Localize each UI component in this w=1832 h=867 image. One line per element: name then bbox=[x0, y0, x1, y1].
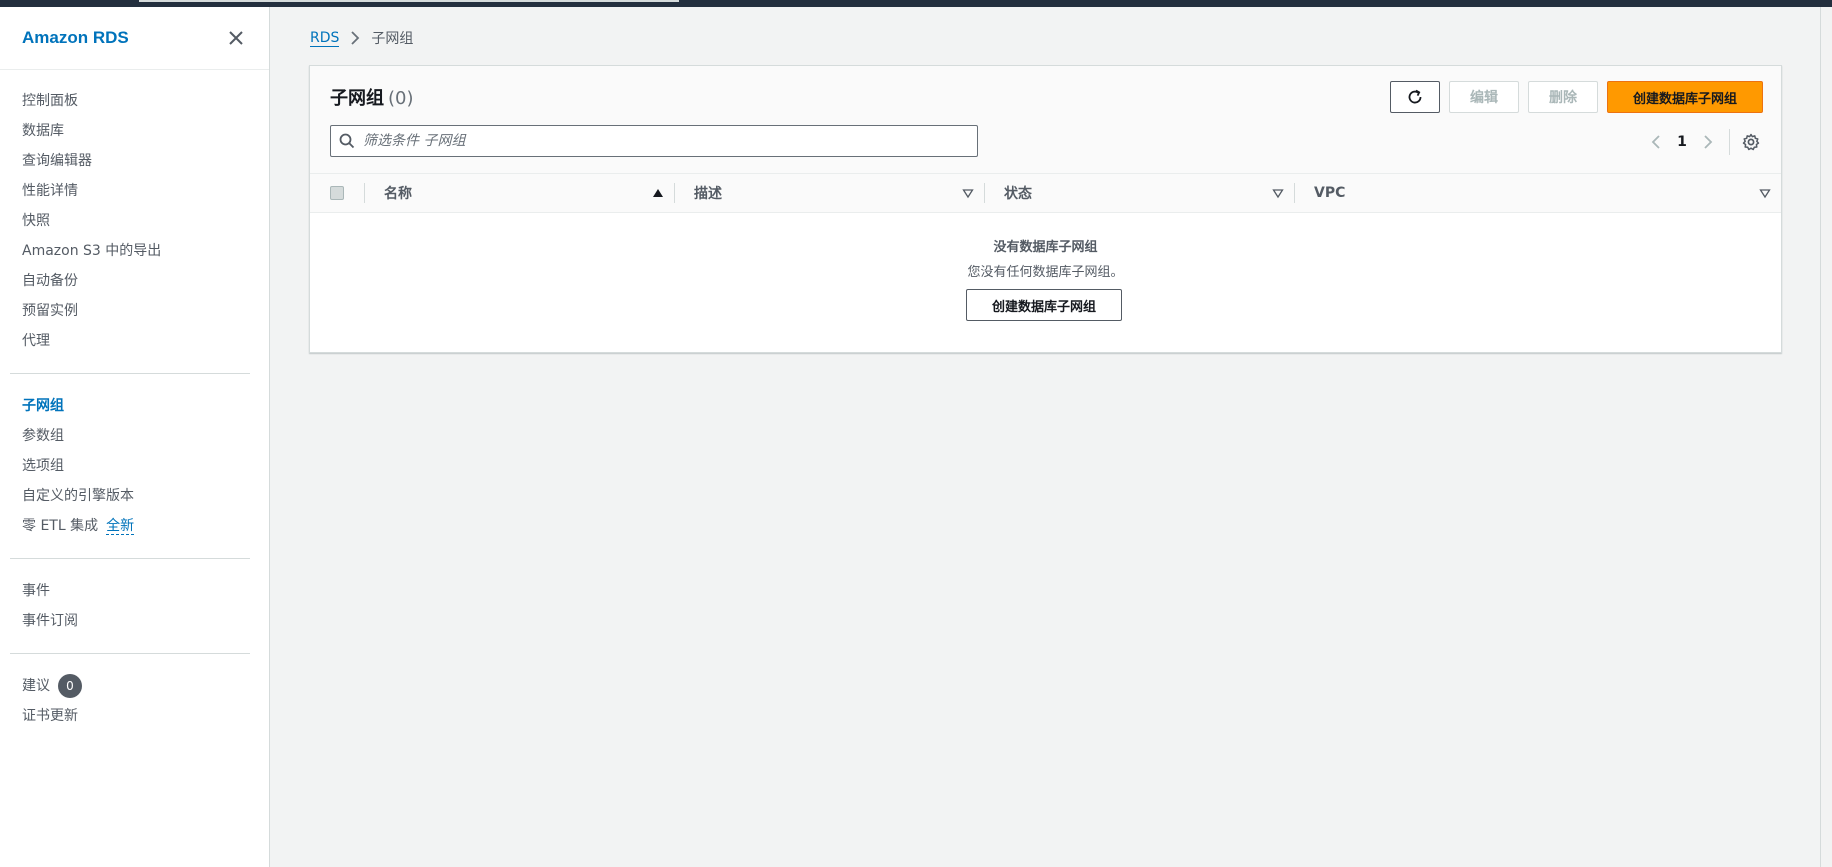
side-navigation: Amazon RDS 控制面板 数据库 查询编辑器 性能详情 快照 Amazon… bbox=[0, 7, 270, 867]
sidebar-item-events[interactable]: 事件 bbox=[22, 576, 269, 606]
empty-state-description: 您没有任何数据库子网组。 bbox=[967, 265, 1124, 280]
empty-state-title: 没有数据库子网组 bbox=[993, 240, 1098, 255]
page-number[interactable]: 1 bbox=[1667, 134, 1697, 150]
sidebar-item-recommendations[interactable]: 建议 0 bbox=[22, 671, 269, 701]
column-divider bbox=[674, 183, 675, 203]
sidebar-item-query-editor[interactable]: 查询编辑器 bbox=[22, 146, 269, 176]
page-scrollbar[interactable] bbox=[1820, 7, 1821, 867]
item-count: (0) bbox=[388, 88, 414, 109]
nav-group-recommendations: 建议 0 证书更新 bbox=[0, 671, 269, 731]
create-subnet-group-button[interactable]: 创建数据库子网组 bbox=[1607, 81, 1763, 113]
sidebar-item-reserved-instances[interactable]: 预留实例 bbox=[22, 296, 269, 326]
recommendations-count-badge: 0 bbox=[58, 674, 82, 698]
delete-button[interactable]: 删除 bbox=[1528, 81, 1598, 113]
nav-divider bbox=[10, 373, 250, 374]
recommendations-label: 建议 bbox=[22, 678, 50, 694]
column-label: 描述 bbox=[694, 186, 722, 202]
sidebar-item-subnet-groups[interactable]: 子网组 bbox=[22, 391, 269, 421]
sidebar-item-dashboard[interactable]: 控制面板 bbox=[22, 86, 269, 116]
sidebar-item-snapshots[interactable]: 快照 bbox=[22, 206, 269, 236]
column-header-status[interactable]: 状态 bbox=[1004, 174, 1284, 212]
sidebar-item-parameter-groups[interactable]: 参数组 bbox=[22, 421, 269, 451]
sort-ascending-icon bbox=[653, 189, 663, 197]
sidebar-item-s3-exports[interactable]: Amazon S3 中的导出 bbox=[22, 236, 269, 266]
sort-icon bbox=[1759, 189, 1771, 199]
sidebar-item-databases[interactable]: 数据库 bbox=[22, 116, 269, 146]
close-icon[interactable] bbox=[225, 27, 247, 49]
gear-icon[interactable] bbox=[1740, 131, 1762, 153]
nav-divider bbox=[10, 558, 250, 559]
sidebar-item-zero-etl[interactable]: 零 ETL 集成 全新 bbox=[22, 511, 269, 541]
zero-etl-label: 零 ETL 集成 bbox=[22, 518, 99, 534]
nav-divider bbox=[10, 653, 250, 654]
column-divider bbox=[984, 183, 985, 203]
chevron-right-icon bbox=[351, 31, 360, 45]
browser-tab-indicator bbox=[139, 0, 679, 2]
edit-button[interactable]: 编辑 bbox=[1449, 81, 1519, 113]
refresh-button[interactable] bbox=[1390, 81, 1440, 113]
new-tag[interactable]: 全新 bbox=[106, 518, 135, 535]
panel-title-text: 子网组 bbox=[330, 88, 384, 109]
breadcrumb-rds-link[interactable]: RDS bbox=[310, 30, 340, 47]
service-title[interactable]: Amazon RDS bbox=[22, 28, 129, 48]
select-all-checkbox[interactable] bbox=[330, 186, 344, 200]
previous-page-icon[interactable] bbox=[1645, 131, 1667, 153]
nav-group-main: 控制面板 数据库 查询编辑器 性能详情 快照 Amazon S3 中的导出 自动… bbox=[0, 86, 269, 356]
column-label: 状态 bbox=[1004, 186, 1032, 202]
sidebar-item-performance-insights[interactable]: 性能详情 bbox=[22, 176, 269, 206]
refresh-icon bbox=[1408, 89, 1422, 104]
sidebar-item-option-groups[interactable]: 选项组 bbox=[22, 451, 269, 481]
sidebar-item-certificate-update[interactable]: 证书更新 bbox=[22, 701, 269, 731]
sidebar-item-custom-engine-versions[interactable]: 自定义的引擎版本 bbox=[22, 481, 269, 511]
column-label: VPC bbox=[1314, 185, 1346, 201]
sidebar-header: Amazon RDS bbox=[0, 7, 269, 70]
breadcrumb-current: 子网组 bbox=[371, 31, 414, 47]
column-divider bbox=[1294, 183, 1295, 203]
breadcrumb: RDS 子网组 bbox=[310, 27, 413, 49]
pager-divider bbox=[1729, 129, 1730, 155]
sidebar-item-automated-backups[interactable]: 自动备份 bbox=[22, 266, 269, 296]
sidebar-item-proxies[interactable]: 代理 bbox=[22, 326, 269, 356]
nav-group-config: 子网组 参数组 选项组 自定义的引擎版本 零 ETL 集成 全新 bbox=[0, 391, 269, 541]
column-header-name[interactable]: 名称 bbox=[384, 174, 664, 212]
search-icon bbox=[339, 133, 355, 149]
next-page-icon[interactable] bbox=[1697, 131, 1719, 153]
console-top-bar bbox=[0, 0, 1832, 7]
sort-icon bbox=[962, 189, 974, 199]
pagination: 1 bbox=[1645, 128, 1762, 156]
empty-create-subnet-group-button[interactable]: 创建数据库子网组 bbox=[966, 289, 1122, 321]
nav-group-events: 事件 事件订阅 bbox=[0, 576, 269, 636]
table-body: 没有数据库子网组 您没有任何数据库子网组。 创建数据库子网组 bbox=[310, 213, 1781, 352]
sidebar-item-event-subscriptions[interactable]: 事件订阅 bbox=[22, 606, 269, 636]
column-divider bbox=[364, 183, 365, 203]
column-header-description[interactable]: 描述 bbox=[694, 174, 974, 212]
sort-icon bbox=[1272, 189, 1284, 199]
subnet-groups-table-panel: 子网组(0) 编辑 删除 创建数据库子网组 1 bbox=[309, 65, 1782, 353]
filter-search-box bbox=[330, 125, 978, 157]
table-header: 名称 描述 状态 VPC bbox=[310, 173, 1781, 213]
column-header-vpc[interactable]: VPC bbox=[1314, 174, 1771, 212]
page-title: 子网组 (0) bbox=[330, 84, 414, 110]
column-label: 名称 bbox=[384, 186, 412, 202]
filter-input[interactable] bbox=[363, 133, 943, 149]
